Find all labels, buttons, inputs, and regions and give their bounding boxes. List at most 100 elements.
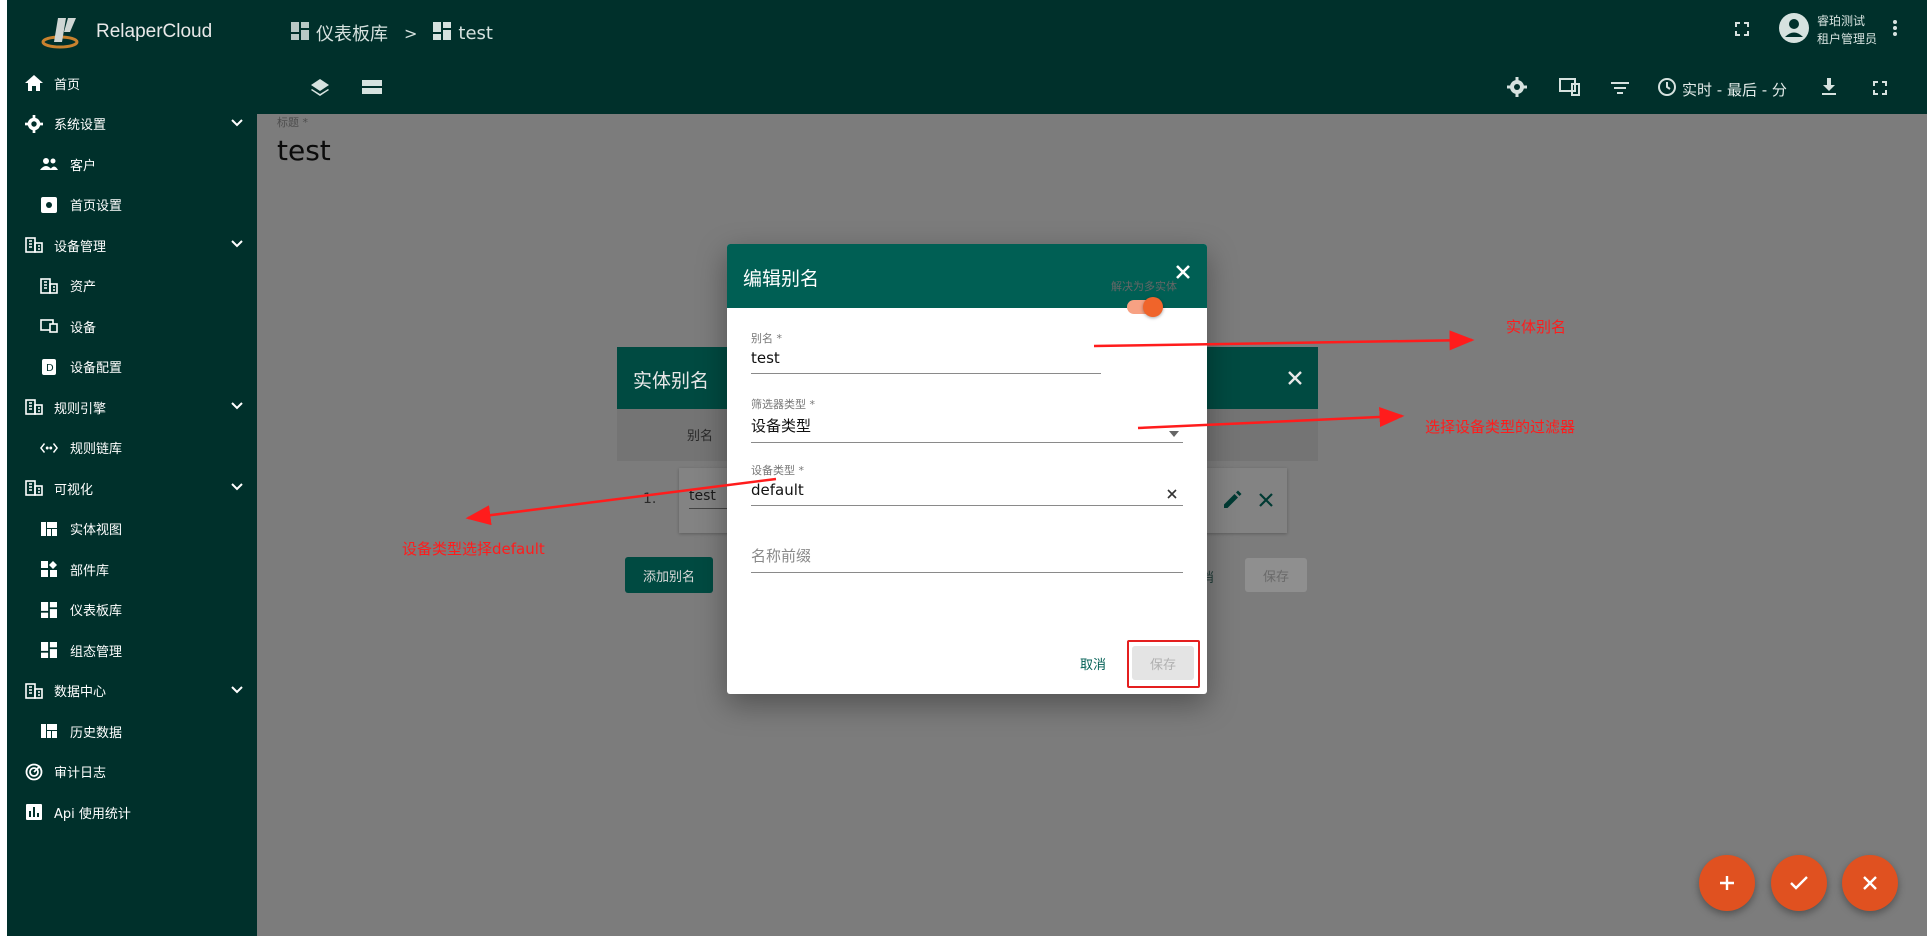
plus-icon [1720,876,1734,890]
building-icon [40,277,58,295]
filter-type-label: 筛选器类型 * [751,398,815,411]
close-icon [1863,876,1877,890]
clear-icon[interactable] [1167,484,1177,503]
fullscreen-icon[interactable] [1872,80,1887,99]
sidebar-item-4[interactable]: 设备管理 [7,225,257,266]
sidebar-item-11[interactable]: 实体视图 [7,509,257,550]
sidebar-item-label: 规则链库 [70,442,123,458]
chevron-down-icon[interactable] [231,683,243,698]
chevron-down-icon[interactable] [231,399,243,414]
alias-label: 别名 * [751,332,782,345]
sidebar-item-16[interactable]: 历史数据 [7,711,257,752]
sidebar-item-label: 实体视图 [70,523,123,539]
sidebar-item-13[interactable]: 仪表板库 [7,590,257,631]
breadcrumb-separator: > [404,23,418,43]
alias-field[interactable]: 别名 * test [751,330,1101,374]
sidebar-item-2[interactable]: 客户 [7,144,257,185]
view-agenda-icon[interactable] [362,79,382,99]
filter-type-field[interactable]: 筛选器类型 * 设备类型 [751,396,1183,443]
edit-icon[interactable] [1224,490,1242,512]
sidebar-item-14[interactable]: 组态管理 [7,630,257,671]
devices-icon[interactable] [1559,78,1581,100]
view-quilt-icon [40,722,58,740]
sidebar-nav: 首页 系统设置客户首页设置设备管理 资产设备 D 设备配置 规则引擎规则链库可视化实体视图… [7,63,257,833]
breadcrumb-item-dashboards[interactable]: 仪表板库 [316,20,388,46]
apply-changes-fab[interactable] [1771,855,1827,911]
sidebar-item-7[interactable]: D 设备配置 [7,347,257,388]
close-icon[interactable] [1175,264,1191,284]
device-type-underline [751,505,1183,506]
aliases-save-button[interactable]: 保存 [1245,558,1307,592]
dashboard-title[interactable]: test [277,134,331,167]
sidebar-item-8[interactable]: 规则引擎 [7,387,257,428]
user-info: 睿珀测试 租户管理员 [1817,12,1877,48]
sidebar-item-label: 设备 [70,320,97,336]
title-field-label: 标题 * [277,116,308,129]
name-prefix-input[interactable]: 名称前缀 [751,545,1183,566]
brand[interactable]: RelaperCloud [7,0,257,63]
sidebar-item-1[interactable]: 系统设置 [7,104,257,145]
device-type-field[interactable]: 设备类型 * default [751,462,1183,506]
layers-icon[interactable] [310,77,330,101]
column-alias-label: 别名 [687,429,714,444]
sidebar-item-label: 审计日志 [54,766,107,782]
check-icon [1790,876,1808,890]
dashboard-icon [40,641,58,659]
sidebar-item-12[interactable]: 部件库 [7,549,257,590]
annotation-filter-type: 选择设备类型的过滤器 [1425,418,1576,436]
add-alias-button[interactable]: 添加别名 [625,557,713,593]
sidebar-item-15[interactable]: 数据中心 [7,671,257,712]
close-icon[interactable] [1288,370,1302,389]
sidebar-item-10[interactable]: 可视化 [7,468,257,509]
filter-list-icon[interactable] [1611,80,1629,99]
sidebar-item-label: 首页设置 [70,199,123,215]
delete-icon[interactable] [1259,492,1273,511]
fullscreen-icon[interactable] [1734,21,1749,40]
name-prefix-field[interactable]: 名称前缀 [751,542,1183,573]
widgets-icon [40,560,58,578]
devices-icon [40,317,58,335]
sidebar-item-6[interactable]: 设备 [7,306,257,347]
entity-aliases-title: 实体别名 [633,370,710,392]
more-vert-icon[interactable] [1893,20,1897,40]
add-widget-fab[interactable] [1699,855,1755,911]
device-type-input[interactable]: default [751,481,1183,499]
sidebar-item-label: Api 使用统计 [54,806,131,822]
settings-icon[interactable] [1507,77,1527,101]
rule-chain-icon [40,439,58,457]
filter-type-select[interactable]: 设备类型 [751,415,1183,436]
building-icon [24,397,44,417]
sidebar-item-9[interactable]: 规则链库 [7,428,257,469]
sidebar-item-3[interactable]: 首页设置 [7,185,257,226]
building-icon [24,478,44,498]
chevron-down-icon[interactable] [231,116,243,131]
dropdown-arrow-icon[interactable] [1169,422,1179,441]
toggle-knob [1143,297,1163,317]
chevron-down-icon[interactable] [231,237,243,252]
avatar[interactable] [1778,13,1809,47]
edit-alias-title: 编辑别名 [743,268,820,290]
sidebar-item-label: 客户 [70,158,97,174]
realtime-label[interactable]: 实时 - 最后 - 分 [1682,79,1787,100]
alias-row-value[interactable]: test [689,488,729,509]
sidebar-item-label: 仪表板库 [70,604,123,620]
sidebar-item-5[interactable]: 资产 [7,266,257,307]
download-icon[interactable] [1821,78,1837,100]
sidebar-item-18[interactable]: Api 使用统计 [7,792,257,833]
resolve-multiple-toggle[interactable] [1127,297,1163,317]
alias-input[interactable]: test [751,349,1101,367]
chevron-down-icon[interactable] [231,480,243,495]
brand-logo-icon [40,12,88,52]
sidebar-item-17[interactable]: 审计日志 [7,752,257,793]
edit-alias-header: 编辑别名 [727,244,1207,308]
clock-icon[interactable] [1657,77,1677,101]
home-icon [24,73,44,93]
dashboard-toolbar-left [310,77,382,101]
cancel-button[interactable]: 取消 [1080,654,1106,673]
user-menu[interactable]: 睿珀测试 租户管理员 [1734,12,1897,48]
resolve-multiple-label: 解决为多实体 [1111,280,1177,293]
discard-changes-fab[interactable] [1842,855,1898,911]
dashboard-icon [291,21,309,45]
sidebar-item-0[interactable]: 首页 [7,63,257,104]
sidebar-item-label: 数据中心 [54,685,107,701]
